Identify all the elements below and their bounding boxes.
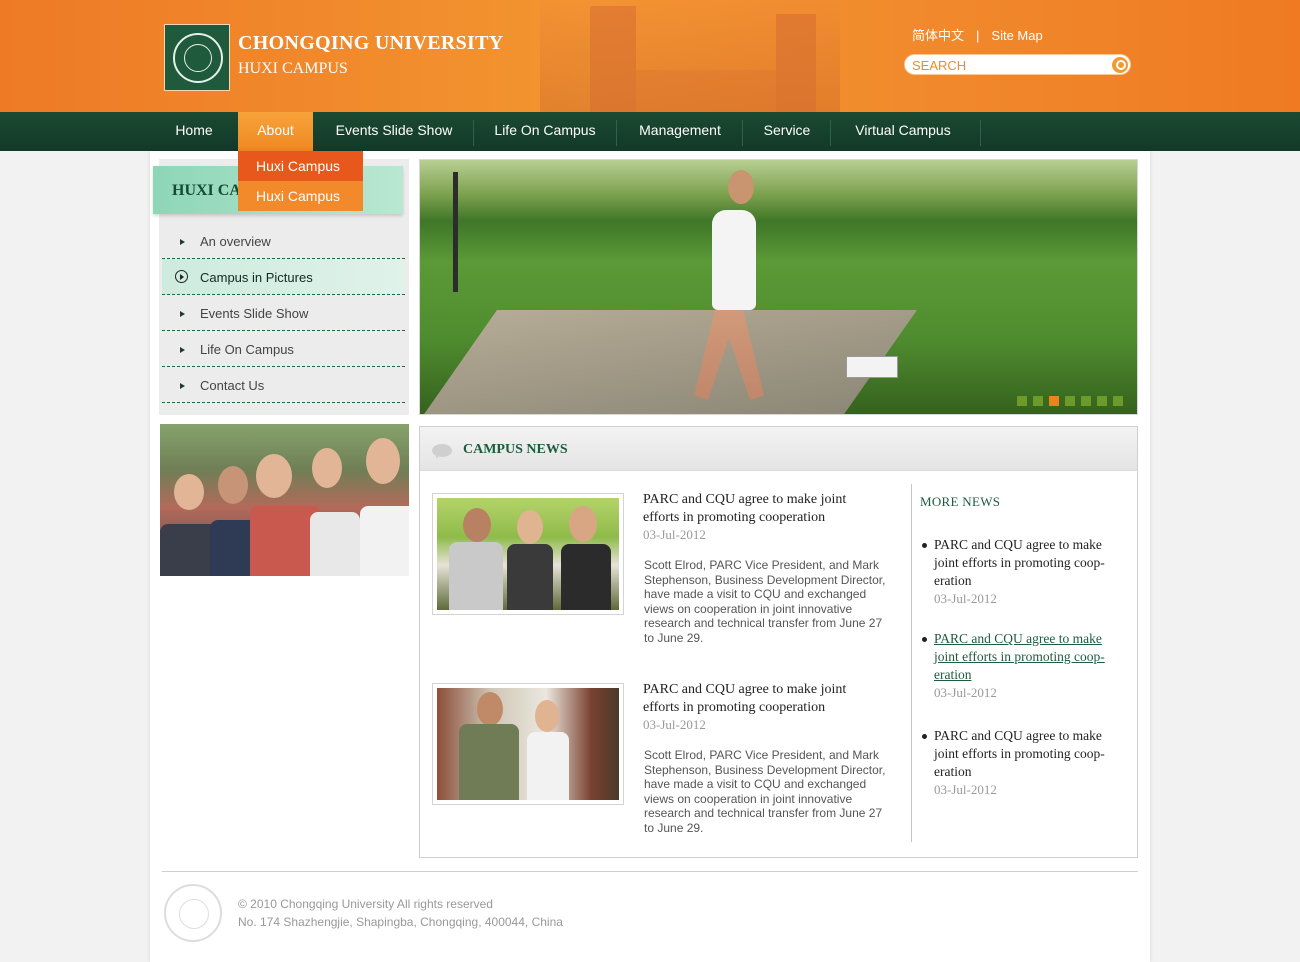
more-news-item-date: 03-Jul-2012 — [934, 782, 997, 797]
campus-name: HUXI CAMPUS — [238, 60, 348, 77]
arrow-right-icon — [180, 347, 185, 353]
gate-pillar-left — [590, 6, 636, 112]
arrow-right-icon — [180, 383, 185, 389]
sitemap-link[interactable]: Site Map — [991, 28, 1042, 43]
article-thumbnail[interactable] — [432, 683, 624, 805]
sidebar-title-text: HUXI CA — [172, 182, 241, 199]
nav-virtual-campus[interactable]: Virtual Campus — [840, 112, 966, 151]
slide-runner-head — [728, 170, 754, 204]
nav-service[interactable]: Service — [752, 112, 822, 151]
article-body: Scott Elrod, PARC Vice President, and Ma… — [644, 558, 886, 645]
about-dropdown-menu: Huxi Campus Huxi Campus — [238, 151, 363, 211]
slide-dot[interactable] — [1033, 396, 1043, 406]
dropdown-item-huxi-campus-2[interactable]: Huxi Campus — [238, 181, 363, 211]
footer-divider — [162, 871, 1138, 872]
slide-dot[interactable] — [1065, 396, 1075, 406]
top-links-separator: | — [976, 28, 980, 43]
university-name: CHONGQING UNIVERSITY — [238, 32, 504, 54]
language-link[interactable]: 简体中文 — [912, 25, 964, 44]
sidebar-item-label: Contact Us — [200, 378, 265, 393]
article-thumbnail[interactable] — [432, 493, 624, 615]
slideshow-pagination — [1017, 393, 1123, 411]
slide-sign — [846, 356, 898, 378]
more-news-item-title[interactable]: PARC and CQU agree to make joint efforts… — [934, 630, 1124, 684]
play-circle-icon — [175, 270, 188, 283]
campus-slideshow[interactable] — [419, 159, 1138, 415]
article-title[interactable]: PARC and CQU agree to make joint efforts… — [643, 491, 883, 527]
search-input[interactable] — [912, 57, 1102, 73]
nav-events-slide-show[interactable]: Events Slide Show — [324, 112, 464, 151]
search-icon[interactable] — [1112, 57, 1128, 73]
slide-runner-body — [712, 210, 756, 310]
footer-seal-icon — [164, 884, 222, 942]
slide-path — [420, 310, 918, 414]
nav-home[interactable]: Home — [162, 112, 226, 151]
top-links: 简体中文 | Site Map — [912, 25, 1043, 44]
sidebar-item-overview[interactable]: An overview — [162, 223, 405, 259]
university-seal-icon — [173, 33, 223, 83]
bullet-icon — [922, 543, 927, 548]
slide-dot[interactable] — [1081, 396, 1091, 406]
more-news-divider — [911, 484, 912, 842]
bullet-icon — [922, 734, 927, 739]
footer-address: No. 174 Shazhengjie, Shapingba, Chongqin… — [238, 915, 563, 929]
slide-dot[interactable] — [1097, 396, 1107, 406]
slide-lamp-post — [453, 172, 458, 292]
arrow-right-icon — [180, 311, 185, 317]
slide-dot-active[interactable] — [1049, 396, 1059, 406]
slide-dot[interactable] — [1113, 396, 1123, 406]
main-nav: Home About Events Slide Show Life On Cam… — [0, 112, 1300, 151]
speech-bubble-icon — [432, 444, 452, 459]
more-news-item-title[interactable]: PARC and CQU agree to make joint efforts… — [934, 536, 1124, 590]
gate-pillar-right — [776, 14, 816, 112]
more-news-item-date: 03-Jul-2012 — [934, 591, 997, 606]
sidebar-item-life-on-campus[interactable]: Life On Campus — [162, 331, 405, 367]
gate-arch — [636, 70, 776, 112]
nav-about[interactable]: About — [238, 112, 313, 151]
students-photo — [160, 424, 409, 576]
campus-news-title: CAMPUS NEWS — [463, 442, 568, 457]
sidebar-item-contact-us[interactable]: Contact Us — [162, 367, 405, 403]
more-news-item-title[interactable]: PARC and CQU agree to make joint efforts… — [934, 727, 1124, 781]
bullet-icon — [922, 637, 927, 642]
sidebar-item-events-slide-show[interactable]: Events Slide Show — [162, 295, 405, 331]
article-body: Scott Elrod, PARC Vice President, and Ma… — [644, 748, 886, 835]
sidebar-item-campus-in-pictures[interactable]: Campus in Pictures — [162, 259, 405, 295]
campus-news-header: CAMPUS NEWS — [420, 427, 1137, 471]
more-news-item-date: 03-Jul-2012 — [934, 685, 997, 700]
more-news-title: MORE NEWS — [920, 494, 1001, 509]
arrow-right-icon — [180, 239, 185, 245]
nav-life-on-campus[interactable]: Life On Campus — [482, 112, 608, 151]
search-box — [904, 54, 1131, 75]
nav-management[interactable]: Management — [626, 112, 734, 151]
article-date: 03-Jul-2012 — [643, 527, 706, 542]
university-logo[interactable] — [164, 24, 230, 91]
article-date: 03-Jul-2012 — [643, 717, 706, 732]
slide-dot[interactable] — [1017, 396, 1027, 406]
sidebar-item-label: Campus in Pictures — [200, 270, 313, 285]
sidebar-item-label: Events Slide Show — [200, 306, 309, 321]
dropdown-item-huxi-campus[interactable]: Huxi Campus — [238, 151, 363, 181]
sidebar-item-label: Life On Campus — [200, 342, 294, 357]
footer-copyright: © 2010 Chongqing University All rights r… — [238, 897, 493, 911]
article-title[interactable]: PARC and CQU agree to make joint efforts… — [643, 681, 883, 717]
sidebar-item-label: An overview — [200, 234, 271, 249]
